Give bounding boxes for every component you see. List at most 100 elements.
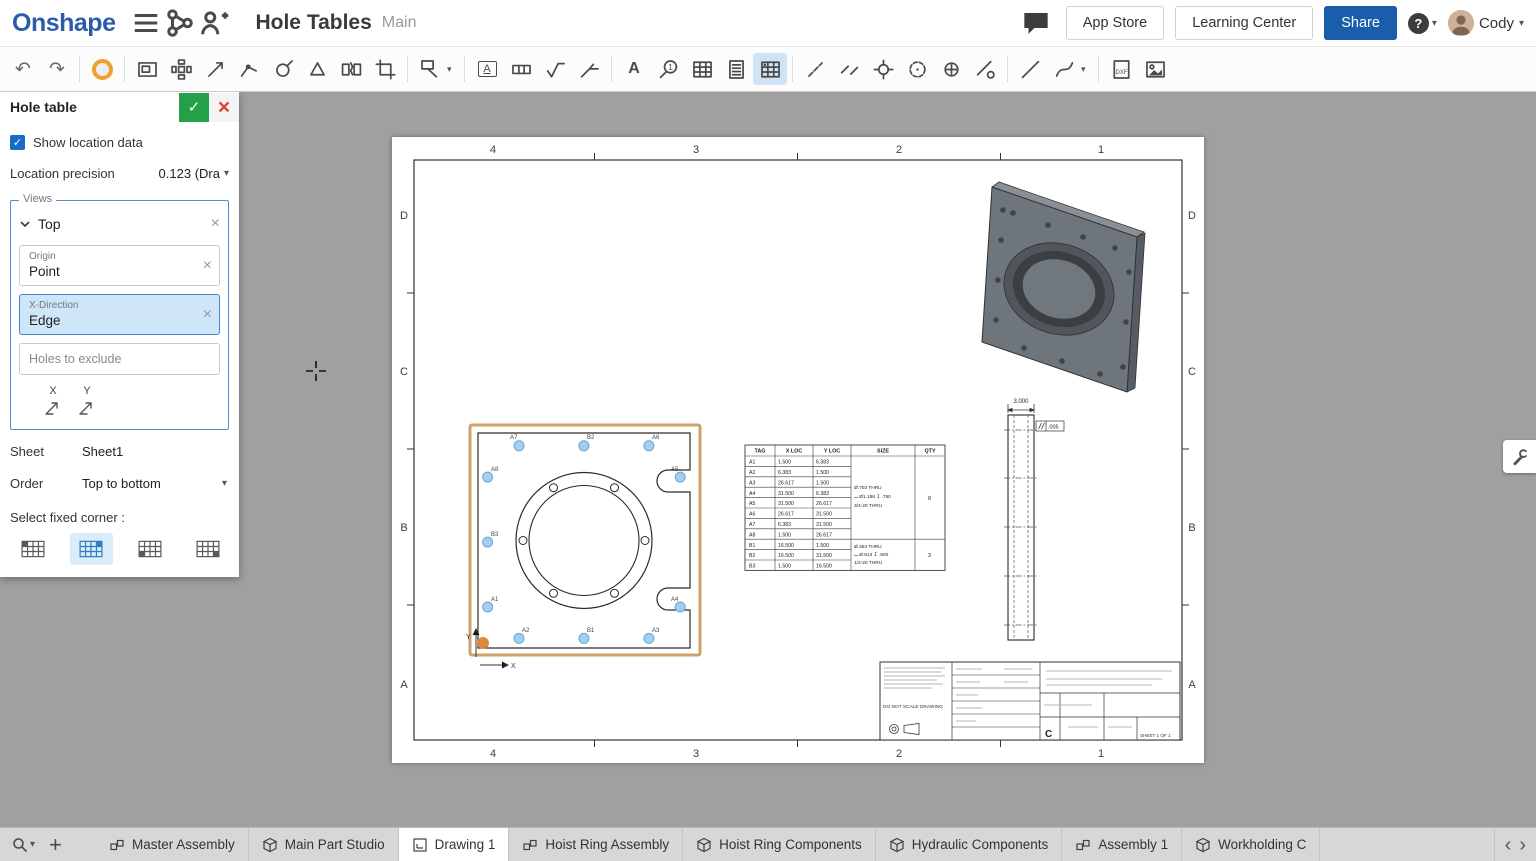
onshape-logo[interactable]: Onshape xyxy=(12,9,115,38)
table-button[interactable] xyxy=(685,53,719,85)
dxf-export-button[interactable]: DXF xyxy=(1104,53,1138,85)
remove-view-button[interactable]: × xyxy=(211,216,220,232)
tab-hoist-ring-components[interactable]: Hoist Ring Components xyxy=(683,828,876,861)
auxiliary-view-button[interactable] xyxy=(300,53,334,85)
view-selection-box[interactable] xyxy=(470,425,700,655)
fixed-corner-bottom-right-button[interactable] xyxy=(187,533,229,565)
callout-caret[interactable]: ▾ xyxy=(447,64,459,75)
line-button[interactable] xyxy=(1013,53,1047,85)
hole-marker[interactable]: A2 xyxy=(514,628,530,643)
tab-hoist-ring-assembly[interactable]: Hoist Ring Assembly xyxy=(509,828,683,861)
location-precision-dropdown[interactable]: 0.123 (Dra ▾ xyxy=(159,166,229,181)
fixed-corner-top-right-button[interactable] xyxy=(70,533,112,565)
tab-drawing-1[interactable]: Drawing 1 xyxy=(399,828,510,861)
projected-view-button[interactable] xyxy=(164,53,198,85)
bisector-centerline-button[interactable] xyxy=(832,53,866,85)
share-button[interactable]: Share xyxy=(1324,6,1397,40)
callout-button[interactable] xyxy=(413,53,447,85)
learning-center-button[interactable]: Learning Center xyxy=(1175,6,1313,40)
order-dropdown[interactable]: Top to bottom ▾ xyxy=(82,476,229,491)
redo-button[interactable]: ↷ xyxy=(40,53,74,85)
tab-assembly-1[interactable]: Assembly 1 xyxy=(1062,828,1182,861)
confirm-button[interactable]: ✓ xyxy=(179,93,209,122)
fixed-corner-bottom-left-button[interactable] xyxy=(129,533,171,565)
section-view-button[interactable] xyxy=(198,53,232,85)
centerline-button[interactable] xyxy=(798,53,832,85)
user-menu[interactable]: Cody ▾ xyxy=(1448,10,1524,36)
insert-image-button[interactable] xyxy=(1138,53,1172,85)
hole-marker[interactable]: B2 xyxy=(579,435,595,451)
svg-text:⌴ Ø.813 ↧ .500: ⌴ Ø.813 ↧ .500 xyxy=(854,552,889,558)
hole-marker[interactable]: A1 xyxy=(483,597,499,612)
hole-marker[interactable]: B1 xyxy=(579,628,595,643)
versions-graph-icon[interactable] xyxy=(165,8,195,38)
spline-caret[interactable]: ▾ xyxy=(1081,64,1093,75)
surface-finish-button[interactable] xyxy=(538,53,572,85)
text-button[interactable]: A xyxy=(617,53,651,85)
follow-user-icon[interactable] xyxy=(199,8,229,38)
origin-field[interactable]: Origin Point × xyxy=(19,245,220,286)
help-icon[interactable]: ? xyxy=(1408,13,1429,34)
tab-workholding[interactable]: Workholding C xyxy=(1182,828,1320,861)
isometric-view[interactable] xyxy=(982,182,1145,392)
hole-marker[interactable]: A3 xyxy=(644,628,660,643)
view-row-top[interactable]: Top × xyxy=(19,211,220,237)
svg-text:6.383: 6.383 xyxy=(816,491,829,497)
table-origin-marker[interactable] xyxy=(477,637,489,649)
flip-y-direction-button[interactable] xyxy=(75,399,99,419)
fixed-corner-top-left-button[interactable] xyxy=(12,533,54,565)
app-store-button[interactable]: App Store xyxy=(1066,6,1165,40)
x-direction-field[interactable]: X-Direction Edge × xyxy=(19,294,220,335)
center-mark-button[interactable] xyxy=(866,53,900,85)
side-section-view[interactable]: 3.000 .005 xyxy=(1004,399,1064,640)
detail-view-button[interactable] xyxy=(266,53,300,85)
workspace-name[interactable]: Main xyxy=(382,14,417,32)
help-menu[interactable]: ? ▾ xyxy=(1408,13,1437,34)
insert-view-button[interactable] xyxy=(130,53,164,85)
hole-marker[interactable]: A5 xyxy=(671,467,685,482)
broken-view-button[interactable] xyxy=(334,53,368,85)
clear-origin-button[interactable]: × xyxy=(203,258,212,274)
svg-text:26.617: 26.617 xyxy=(816,532,832,538)
scroll-tabs-left-button[interactable]: ‹ xyxy=(1505,835,1512,855)
add-tab-button[interactable]: + xyxy=(49,834,62,856)
avatar[interactable] xyxy=(1448,10,1474,36)
bom-table-button[interactable] xyxy=(719,53,753,85)
hole-marker[interactable]: B3 xyxy=(483,532,499,547)
cancel-button[interactable]: × xyxy=(209,93,239,122)
show-location-data-checkbox[interactable]: ✓ xyxy=(10,135,25,150)
drawing-hole-table[interactable]: TAG X LOC Y LOC SIZE QTY A11.5006.383 A2… xyxy=(745,445,945,570)
show-location-data-row[interactable]: ✓ Show location data xyxy=(10,130,229,154)
svg-text:A5: A5 xyxy=(671,467,679,473)
balloon-button[interactable]: 1 xyxy=(651,53,685,85)
measure-tools-tab[interactable] xyxy=(1503,440,1536,473)
hole-marker[interactable]: A8 xyxy=(483,467,499,482)
tab-hydraulic-components[interactable]: Hydraulic Components xyxy=(876,828,1063,861)
drawing-sheet[interactable]: 4 3 2 1 4 3 2 1 D C B A D C B A xyxy=(392,137,1204,763)
clear-x-direction-button[interactable]: × xyxy=(203,307,212,323)
aligned-section-button[interactable] xyxy=(232,53,266,85)
tab-main-part-studio[interactable]: Main Part Studio xyxy=(249,828,399,861)
drawing-icon xyxy=(412,837,428,853)
flip-x-direction-button[interactable] xyxy=(41,399,65,419)
svg-text:31.500: 31.500 xyxy=(778,491,794,497)
undo-button[interactable]: ↶ xyxy=(6,53,40,85)
hamburger-menu-icon[interactable] xyxy=(131,8,161,38)
tab-master-assembly[interactable]: Master Assembly xyxy=(96,828,249,861)
hole-marker[interactable]: A7 xyxy=(510,435,524,451)
weld-symbol-button[interactable] xyxy=(572,53,606,85)
spline-button[interactable] xyxy=(1047,53,1081,85)
circular-centerline-button[interactable] xyxy=(900,53,934,85)
hole-marker[interactable]: A6 xyxy=(644,435,660,451)
scroll-tabs-right-button[interactable]: › xyxy=(1519,835,1526,855)
tangent-centerline-button[interactable] xyxy=(968,53,1002,85)
gdt-button[interactable] xyxy=(504,53,538,85)
chat-icon[interactable] xyxy=(1021,8,1051,38)
note-button[interactable]: A xyxy=(470,53,504,85)
search-tabs-button[interactable]: ▾ xyxy=(12,837,35,853)
crop-view-button[interactable] xyxy=(368,53,402,85)
holes-to-exclude-field[interactable]: Holes to exclude xyxy=(19,343,220,375)
part-top-view[interactable]: A1 A2 A3 A4 A5 A6 A7 A8 B1 B2 B3 xyxy=(466,425,700,670)
point-button[interactable] xyxy=(934,53,968,85)
hole-table-button[interactable] xyxy=(753,53,787,85)
